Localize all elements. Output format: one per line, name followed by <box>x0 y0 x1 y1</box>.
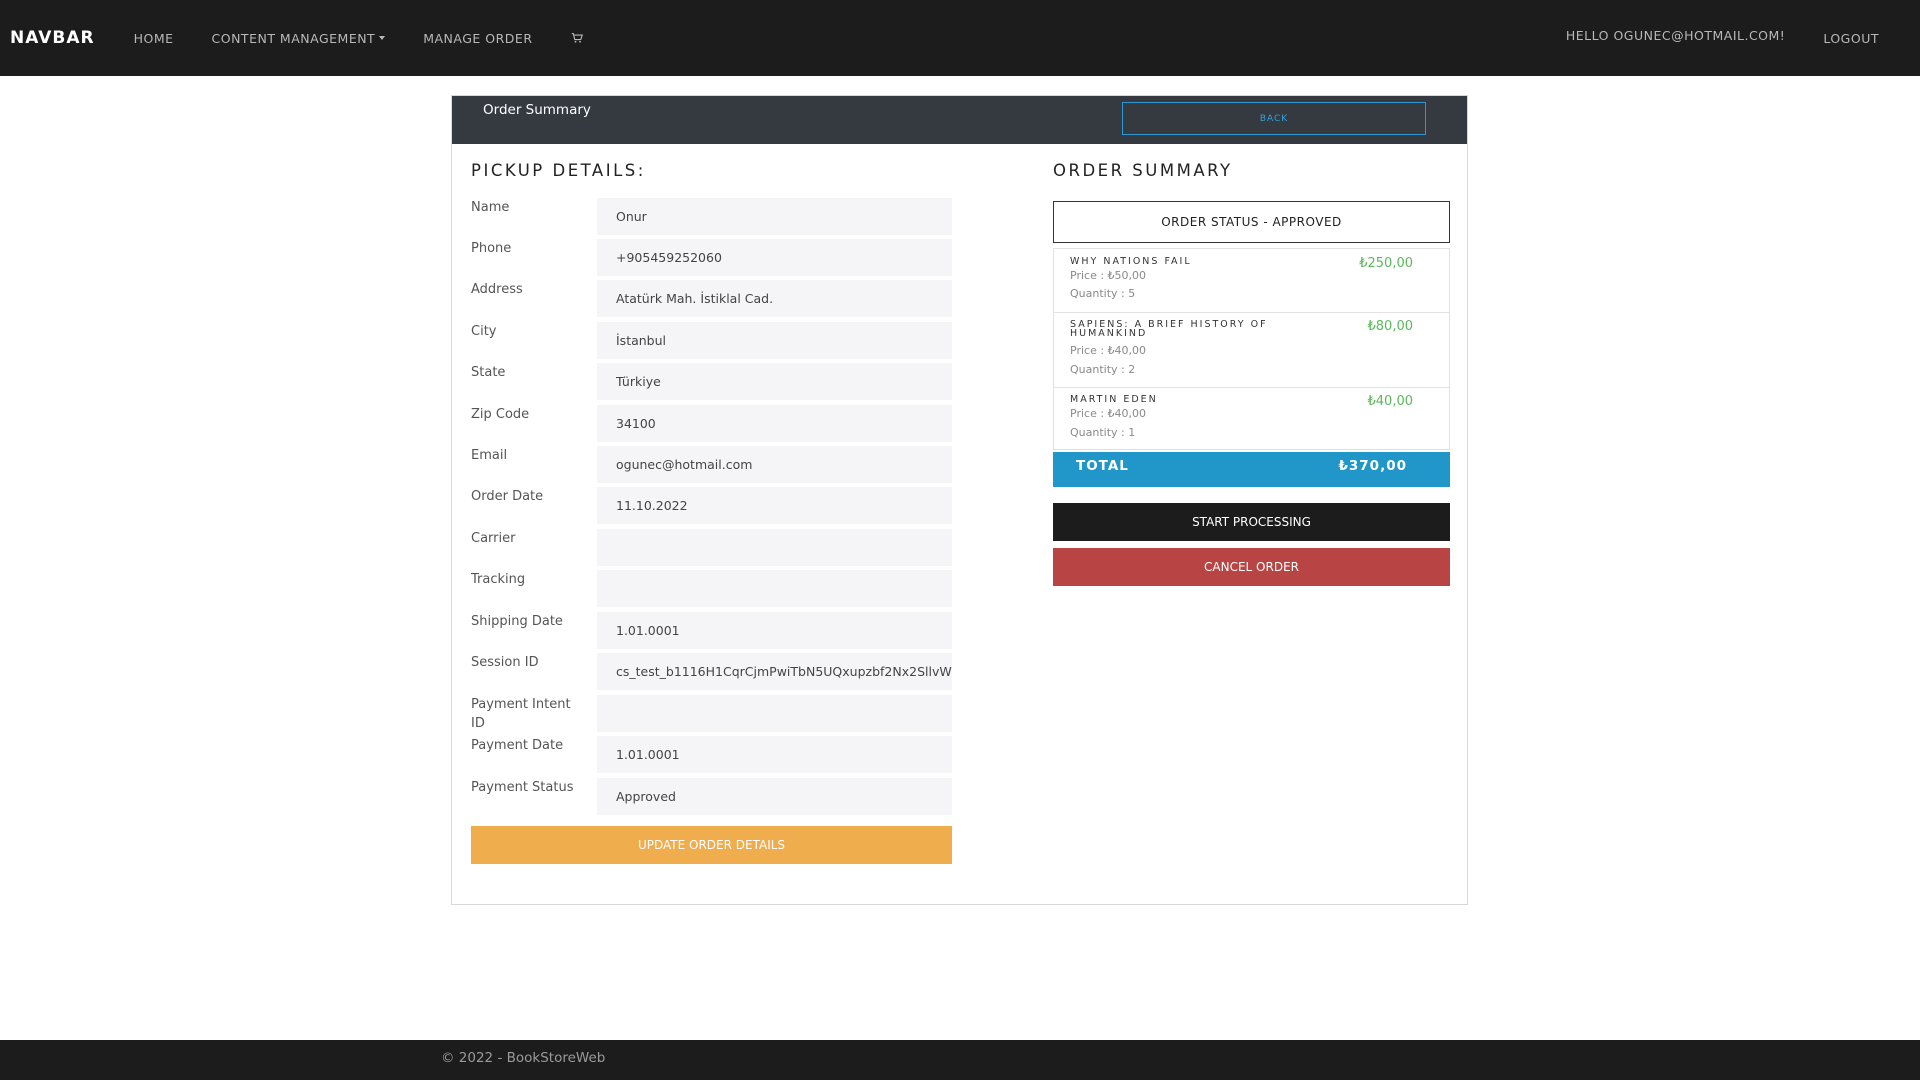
tracking-label: Tracking <box>471 572 526 587</box>
city-label: City <box>471 324 497 339</box>
city-field[interactable]: İstanbul <box>597 322 952 359</box>
card-header: Order Summary BACK <box>452 96 1467 144</box>
item-total: ₺250,00 <box>1359 256 1413 271</box>
payment-intent-id-label: Payment Intent ID <box>471 697 571 731</box>
payment-status-label: Payment Status <box>471 780 574 795</box>
back-button[interactable]: BACK <box>1122 102 1426 135</box>
zip-code-label: Zip Code <box>471 407 530 422</box>
item-total: ₺40,00 <box>1367 394 1414 409</box>
payment-date-field[interactable]: 1.01.0001 <box>597 736 952 773</box>
order-date-label: Order Date <box>471 489 544 504</box>
order-status-badge: ORDER STATUS - APPROVED <box>1053 201 1450 243</box>
item-price: Price : ₺40,00 <box>1070 407 1147 420</box>
item-price: Price : ₺50,00 <box>1070 269 1147 282</box>
navbar-brand[interactable]: NAVBAR <box>10 28 95 48</box>
payment-date-label: Payment Date <box>471 738 564 753</box>
nav-home[interactable]: HOME <box>134 31 174 46</box>
order-card: Order Summary BACK PICKUP DETAILS: Name … <box>451 95 1468 905</box>
item-quantity: Quantity : 2 <box>1070 363 1136 376</box>
name-label: Name <box>471 200 510 215</box>
payment-intent-id-field[interactable] <box>597 695 952 732</box>
order-total-bar: TOTAL ₺370,00 <box>1053 452 1450 487</box>
update-order-details-button[interactable]: UPDATE ORDER DETAILS <box>471 826 952 864</box>
total-value: ₺370,00 <box>1338 458 1407 474</box>
top-navbar: NAVBAR HOME CONTENT MANAGEMENT MANAGE OR… <box>0 0 1920 76</box>
nav-cart[interactable] <box>571 32 583 44</box>
tracking-field[interactable] <box>597 570 952 607</box>
start-processing-button[interactable]: START PROCESSING <box>1053 503 1450 541</box>
phone-field[interactable]: +905459252060 <box>597 239 952 276</box>
email-label: Email <box>471 448 508 463</box>
state-label: State <box>471 365 506 380</box>
order-items-list: WHY NATIONS FAIL Price : ₺50,00 Quantity… <box>1053 248 1450 450</box>
session-id-field[interactable]: cs_test_b1116H1CqrCjmPwiTbN5UQxupzbf2Nx2… <box>597 653 952 690</box>
item-quantity: Quantity : 5 <box>1070 287 1136 300</box>
footer: © 2022 - BookStoreWeb <box>0 1040 1920 1080</box>
cart-icon <box>571 32 583 43</box>
order-summary-title: ORDER SUMMARY <box>1053 161 1233 180</box>
list-item: SAPIENS: A BRIEF HISTORY OF HUMANKIND Pr… <box>1054 313 1449 388</box>
logout-link[interactable]: LOGOUT <box>1823 31 1879 46</box>
pickup-details-title: PICKUP DETAILS: <box>471 161 646 180</box>
phone-label: Phone <box>471 241 512 256</box>
list-item: WHY NATIONS FAIL Price : ₺50,00 Quantity… <box>1054 249 1449 313</box>
item-name: SAPIENS: A BRIEF HISTORY OF HUMANKIND <box>1070 319 1268 339</box>
card-title: Order Summary <box>483 102 591 118</box>
item-quantity: Quantity : 1 <box>1070 426 1136 439</box>
address-field[interactable]: Atatürk Mah. İstiklal Cad. <box>597 280 952 317</box>
payment-status-field[interactable]: Approved <box>597 778 952 815</box>
chevron-down-icon <box>379 36 386 40</box>
shipping-date-label: Shipping Date <box>471 614 563 629</box>
footer-copyright: © 2022 - BookStoreWeb <box>441 1050 606 1066</box>
name-field[interactable]: Onur <box>597 198 952 235</box>
address-label: Address <box>471 282 523 297</box>
zip-code-field[interactable]: 34100 <box>597 405 952 442</box>
list-item: MARTIN EDEN Price : ₺40,00 Quantity : 1 … <box>1054 388 1449 451</box>
nav-content-management[interactable]: CONTENT MANAGEMENT <box>212 31 386 46</box>
shipping-date-field[interactable]: 1.01.0001 <box>597 612 952 649</box>
item-name: MARTIN EDEN <box>1070 394 1158 405</box>
navbar-right: HELLO OGUNEC@HOTMAIL.COM! LOGOUT <box>1566 0 1920 76</box>
item-price: Price : ₺40,00 <box>1070 344 1147 357</box>
order-date-field[interactable]: 11.10.2022 <box>597 487 952 524</box>
item-total: ₺80,00 <box>1367 319 1414 334</box>
item-name: WHY NATIONS FAIL <box>1070 256 1192 267</box>
session-id-label: Session ID <box>471 655 539 670</box>
cancel-order-button[interactable]: CANCEL ORDER <box>1053 548 1450 586</box>
nav-manage-order[interactable]: MANAGE ORDER <box>423 31 532 46</box>
state-field[interactable]: Türkiye <box>597 363 952 400</box>
carrier-field[interactable] <box>597 529 952 566</box>
nav-content-management-label: CONTENT MANAGEMENT <box>211 30 376 46</box>
carrier-label: Carrier <box>471 531 516 546</box>
email-field[interactable]: ogunec@hotmail.com <box>597 446 952 483</box>
total-label: TOTAL <box>1076 458 1129 474</box>
user-greeting[interactable]: HELLO OGUNEC@HOTMAIL.COM! <box>1566 28 1785 43</box>
